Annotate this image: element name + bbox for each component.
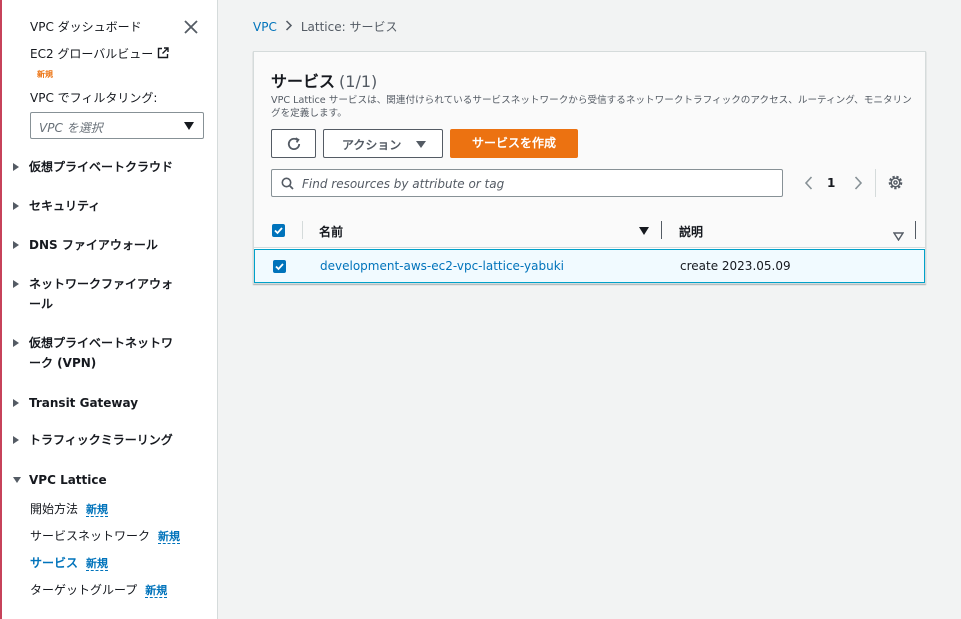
nav-section-vpn[interactable]: 仮想プライベートネットワ ーク (VPN) xyxy=(13,333,173,373)
search-input[interactable]: Find resources by attribute or tag xyxy=(271,169,783,197)
table-header: 名前 説明 xyxy=(254,212,925,248)
page-title-text: サービス xyxy=(271,72,336,91)
service-description: create 2023.05.09 xyxy=(680,259,791,273)
nav-item-label: サービス xyxy=(30,556,79,570)
caret-down-icon xyxy=(416,141,426,148)
nav-section-label: セキュリティ xyxy=(29,199,101,213)
caret-right-icon xyxy=(13,399,19,407)
sort-descending-icon[interactable] xyxy=(639,227,649,235)
nav-vpc-dashboard[interactable]: VPC ダッシュボード xyxy=(30,18,142,35)
sidebar-accent-bar xyxy=(0,0,2,619)
breadcrumb: VPC Lattice: サービス xyxy=(253,18,397,35)
nav-section-label: DNS ファイアウォール xyxy=(29,238,158,252)
nav-section-transit-gateway[interactable]: Transit Gateway xyxy=(13,393,138,413)
new-badge[interactable]: 新規 xyxy=(158,530,181,544)
nav-item-services[interactable]: サービス 新規 xyxy=(30,554,109,571)
nav-section-label: VPC Lattice xyxy=(29,473,107,487)
nav-section-vpc-lattice[interactable]: VPC Lattice xyxy=(13,470,107,490)
chevron-right-icon xyxy=(285,20,293,34)
page-title: サービス (1/1) xyxy=(271,68,377,92)
sort-icon[interactable] xyxy=(892,226,905,245)
caret-right-icon xyxy=(13,241,19,249)
nav-section-label: トラフィックミラーリング xyxy=(29,433,173,447)
caret-right-icon xyxy=(13,202,19,210)
caret-right-icon xyxy=(13,163,19,171)
actions-label: アクション xyxy=(342,138,402,152)
nav-ec2-global-view[interactable]: EC2 グローバルビュー xyxy=(30,45,169,62)
column-resizer[interactable] xyxy=(661,221,662,239)
nav-section-label-line2: ール xyxy=(29,297,54,311)
vpc-filter-select[interactable]: VPC を選択 xyxy=(30,112,204,139)
nav-section-vpc[interactable]: 仮想プライベートクラウド xyxy=(13,157,173,177)
caret-right-icon xyxy=(13,436,19,444)
vpc-filter-placeholder: VPC を選択 xyxy=(39,121,103,135)
nav-item-label: サービスネットワーク xyxy=(30,529,151,543)
breadcrumb-current: Lattice: サービス xyxy=(300,20,398,34)
nav-section-network-firewall[interactable]: ネットワークファイアウォ ール xyxy=(13,274,173,314)
caret-right-icon xyxy=(13,339,19,347)
table-row[interactable]: development-aws-ec2-vpc-lattice-yabuki c… xyxy=(254,249,925,283)
new-badge[interactable]: 新規 xyxy=(145,584,168,598)
caret-down-icon xyxy=(184,122,194,130)
search-icon xyxy=(281,177,294,190)
previous-page-icon[interactable] xyxy=(802,175,816,191)
refresh-icon xyxy=(287,137,301,150)
breadcrumb-vpc-link[interactable]: VPC xyxy=(253,20,277,34)
side-navigation: VPC ダッシュボード EC2 グローバルビュー 新規 VPC でフィルタリング… xyxy=(0,0,218,619)
nav-section-label-line2: ーク (VPN) xyxy=(29,356,97,370)
nav-item-getting-started[interactable]: 開始方法 新規 xyxy=(30,500,109,517)
divider xyxy=(302,221,303,239)
search-placeholder: Find resources by attribute or tag xyxy=(302,177,505,191)
create-service-button[interactable]: サービスを作成 xyxy=(450,129,578,158)
new-badge[interactable]: 新規 xyxy=(86,557,109,571)
nav-section-security[interactable]: セキュリティ xyxy=(13,196,100,216)
nav-section-dns-firewall[interactable]: DNS ファイアウォール xyxy=(13,235,158,255)
caret-down-icon xyxy=(13,477,21,483)
row-checkbox[interactable] xyxy=(273,260,286,273)
gear-icon[interactable] xyxy=(887,174,904,191)
column-header-name[interactable]: 名前 xyxy=(319,223,343,240)
nav-item-label: ターゲットグループ xyxy=(30,583,138,597)
divider xyxy=(875,169,876,197)
nav-section-label-line1: 仮想プライベートネットワ xyxy=(29,336,174,350)
actions-dropdown-button[interactable]: アクション xyxy=(323,129,443,158)
nav-section-traffic-mirroring[interactable]: トラフィックミラーリング xyxy=(13,430,173,450)
service-name-link[interactable]: development-aws-ec2-vpc-lattice-yabuki xyxy=(320,259,564,273)
panel-description: VPC Lattice サービスは、関連付けられているサービスネットワークから受… xyxy=(271,95,912,119)
nav-item-service-networks[interactable]: サービスネットワーク 新規 xyxy=(30,527,181,544)
services-table-container: サービス (1/1) VPC Lattice サービスは、関連付けられているサービ… xyxy=(253,51,926,284)
nav-section-label-line1: ネットワークファイアウォ xyxy=(29,277,174,291)
ec2-new-badge: 新規 xyxy=(37,70,53,79)
panel-header: サービス (1/1) VPC Lattice サービスは、関連付けられているサービ… xyxy=(254,52,925,212)
close-icon[interactable] xyxy=(182,18,200,36)
column-header-description[interactable]: 説明 xyxy=(679,223,703,240)
item-count: (1/1) xyxy=(339,72,378,91)
nav-ec2-global-view-label: EC2 グローバルビュー xyxy=(30,47,154,61)
select-all-checkbox[interactable] xyxy=(272,224,285,237)
current-page-number[interactable]: 1 xyxy=(827,176,835,190)
caret-right-icon xyxy=(13,280,19,288)
nav-section-label: 仮想プライベートクラウド xyxy=(29,160,174,174)
vpc-filter-label: VPC でフィルタリング: xyxy=(30,91,158,105)
nav-section-label: Transit Gateway xyxy=(29,396,139,410)
external-link-icon xyxy=(157,47,169,59)
nav-item-target-groups[interactable]: ターゲットグループ 新規 xyxy=(30,581,168,598)
next-page-icon[interactable] xyxy=(851,175,865,191)
nav-item-label: 開始方法 xyxy=(30,502,79,516)
new-badge[interactable]: 新規 xyxy=(86,503,109,517)
refresh-button[interactable] xyxy=(271,129,316,158)
column-resizer[interactable] xyxy=(915,221,916,239)
